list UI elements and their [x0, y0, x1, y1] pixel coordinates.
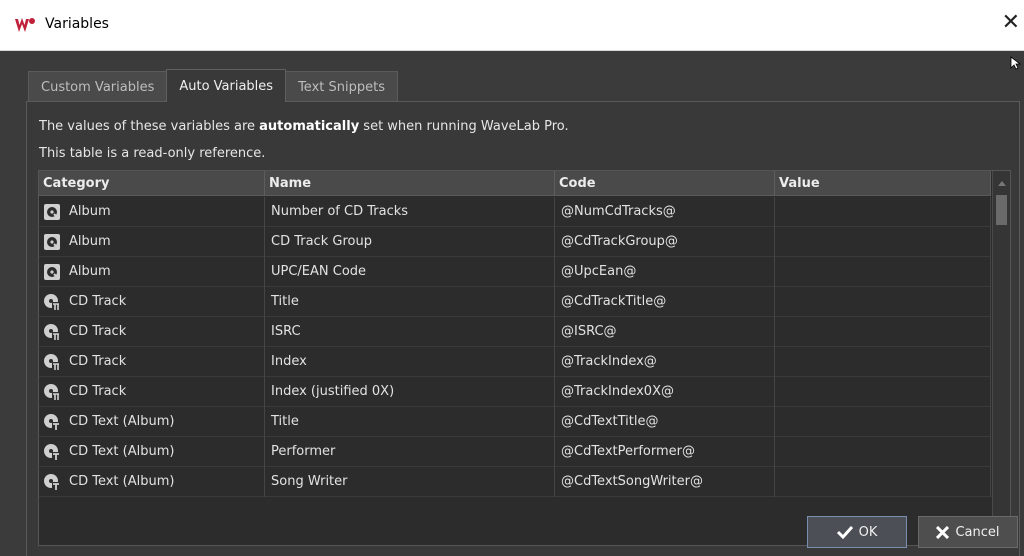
category-label: CD Track [69, 384, 127, 399]
column-header-code[interactable]: Code [555, 171, 775, 196]
cell-value [775, 287, 991, 317]
cell-category: Album [39, 227, 265, 257]
category-label: CD Track [69, 354, 127, 369]
cd-track-icon [43, 293, 61, 311]
cell-value [775, 467, 991, 497]
table-row[interactable]: CD Text (Album) Song Writer @CdTextSongWri… [39, 467, 991, 497]
cell-value [775, 197, 991, 227]
cell-code: @CdTrackGroup@ [555, 227, 775, 257]
cell-category: Album [39, 257, 265, 287]
checkmark-icon [836, 525, 853, 539]
cell-code: @NumCdTracks@ [555, 197, 775, 227]
category-label: CD Text (Album) [69, 474, 175, 489]
vertical-scrollbar[interactable] [992, 171, 1010, 545]
cd-track-icon [43, 323, 61, 341]
variables-table: Category Name Code Value Album Number of … [38, 170, 1011, 546]
table-row[interactable]: Album CD Track Group @CdTrackGroup@ [39, 227, 991, 257]
table-row[interactable]: CD Track Index @TrackIndex@ [39, 347, 991, 377]
cell-category: CD Text (Album) [39, 437, 265, 467]
table-row[interactable]: CD Track Title @CdTrackTitle@ [39, 287, 991, 317]
scroll-up-arrow-icon[interactable] [993, 175, 1010, 191]
cell-name: Title [265, 287, 555, 317]
tab-text-snippets[interactable]: Text Snippets [285, 71, 398, 102]
cancel-label: Cancel [955, 524, 1000, 540]
cell-code: @CdTextTitle@ [555, 407, 775, 437]
ok-button[interactable]: OK [807, 516, 907, 548]
table-body: Album Number of CD Tracks @NumCdTracks@ Alb… [39, 197, 991, 497]
category-label: Album [69, 234, 111, 249]
ok-label: OK [858, 524, 878, 540]
mouse-pointer-icon [1010, 56, 1022, 70]
cell-category: CD Track [39, 377, 265, 407]
tab-panel: The values of these variables are automa… [26, 101, 1020, 556]
cell-code: @CdTextSongWriter@ [555, 467, 775, 497]
category-label: CD Text (Album) [69, 444, 175, 459]
cell-value [775, 227, 991, 257]
cell-category: CD Text (Album) [39, 467, 265, 497]
table-row[interactable]: CD Track Index (justified 0X) @TrackIndex0… [39, 377, 991, 407]
cell-category: CD Track [39, 317, 265, 347]
dialog-body: Custom Variables Auto Variables Text Sni… [0, 52, 1024, 556]
cell-code: @ISRC@ [555, 317, 775, 347]
cell-category: CD Track [39, 347, 265, 377]
cell-category: Album [39, 197, 265, 227]
cd-track-icon [43, 353, 61, 371]
cell-name: Performer [265, 437, 555, 467]
tab-auto-variables[interactable]: Auto Variables [166, 69, 287, 102]
cell-name: Index (justified 0X) [265, 377, 555, 407]
table-row[interactable]: CD Text (Album) Performer @CdTextPerformer… [39, 437, 991, 467]
wavelab-logo-icon [15, 18, 35, 32]
column-header-name[interactable]: Name [265, 171, 555, 196]
cell-value [775, 347, 991, 377]
cell-name: CD Track Group [265, 227, 555, 257]
cell-name: UPC/EAN Code [265, 257, 555, 287]
cell-name: Index [265, 347, 555, 377]
x-icon [936, 525, 950, 539]
table-row[interactable]: Album Number of CD Tracks @NumCdTracks@ [39, 197, 991, 227]
cell-name: ISRC [265, 317, 555, 347]
table-row[interactable]: CD Text (Album) Title @CdTextTitle@ [39, 407, 991, 437]
category-label: CD Text (Album) [69, 414, 175, 429]
scrollbar-thumb[interactable] [996, 195, 1007, 225]
category-label: Album [69, 204, 111, 219]
cell-name: Song Writer [265, 467, 555, 497]
cell-value [775, 257, 991, 287]
category-label: Album [69, 264, 111, 279]
category-label: CD Track [69, 294, 127, 309]
album-icon [43, 203, 61, 221]
cd-text-icon [43, 443, 61, 461]
category-label: CD Track [69, 324, 127, 339]
column-header-category[interactable]: Category [39, 171, 265, 196]
title-bar: Variables ✕ [0, 0, 1024, 51]
album-icon [43, 233, 61, 251]
tab-bar: Custom Variables Auto Variables Text Sni… [28, 69, 398, 102]
cell-code: @TrackIndex0X@ [555, 377, 775, 407]
cell-code: @TrackIndex@ [555, 347, 775, 377]
table-header: Category Name Code Value [39, 171, 991, 196]
cell-value [775, 377, 991, 407]
cell-value [775, 437, 991, 467]
cell-code: @CdTextPerformer@ [555, 437, 775, 467]
column-header-value[interactable]: Value [775, 171, 991, 196]
tab-custom-variables[interactable]: Custom Variables [28, 71, 168, 102]
cancel-button[interactable]: Cancel [918, 516, 1018, 548]
cd-text-icon [43, 473, 61, 491]
cell-category: CD Track [39, 287, 265, 317]
cell-category: CD Text (Album) [39, 407, 265, 437]
cell-value [775, 317, 991, 347]
window-title: Variables [45, 16, 109, 32]
table-row[interactable]: CD Track ISRC @ISRC@ [39, 317, 991, 347]
cd-track-icon [43, 383, 61, 401]
cell-value [775, 407, 991, 437]
cell-code: @CdTrackTitle@ [555, 287, 775, 317]
album-icon [43, 263, 61, 281]
info-text-line2: This table is a read-only reference. [39, 146, 266, 161]
info-text-line1: The values of these variables are automa… [39, 119, 569, 134]
close-icon[interactable]: ✕ [1002, 11, 1020, 35]
cell-name: Title [265, 407, 555, 437]
cd-text-icon [43, 413, 61, 431]
cell-name: Number of CD Tracks [265, 197, 555, 227]
cell-code: @UpcEan@ [555, 257, 775, 287]
table-row[interactable]: Album UPC/EAN Code @UpcEan@ [39, 257, 991, 287]
